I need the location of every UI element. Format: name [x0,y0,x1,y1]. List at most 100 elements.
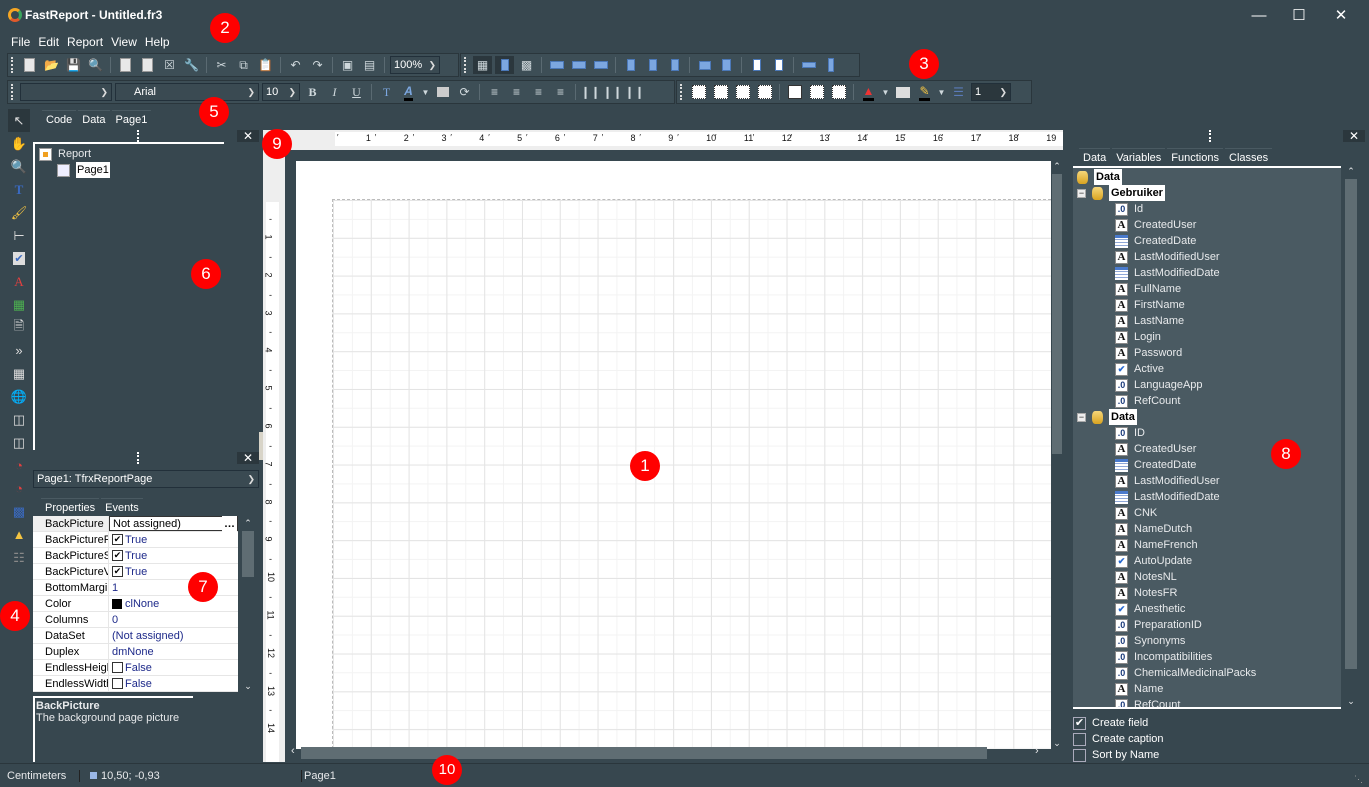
property-value[interactable]: False [109,660,238,675]
menu-view[interactable]: View [107,33,141,51]
menu-report[interactable]: Report [63,33,107,51]
band-tool[interactable]: ⊢ [8,224,30,247]
font-name-select[interactable]: Arial ❯ [115,83,259,101]
checkbox-object-tool[interactable]: ✔ [8,247,30,270]
tree-item-field[interactable]: .0 RefCount [1077,393,1337,409]
new-page-button[interactable] [116,56,135,74]
tree-item-field[interactable]: A LastModifiedUser [1077,249,1337,265]
property-value[interactable]: False [109,676,238,691]
tree-item-field[interactable]: A NameFrench [1077,537,1337,553]
redo-button[interactable]: ↷ [308,56,327,74]
data-tree-scrollbar[interactable]: ⌃ ⌄ [1343,166,1359,709]
tree-item-field[interactable]: .0 ID [1077,425,1337,441]
scroll-down-icon[interactable]: ⌄ [1343,696,1359,707]
hand-tool[interactable]: ✋ [8,132,30,155]
tree-item-field[interactable]: .0 ChemicalMedicinalPacks [1077,665,1337,681]
chart-object-tool[interactable]: ▩ [8,500,30,523]
text-align-right-button[interactable]: ≡ [529,83,548,101]
tree-item-report[interactable]: Report [39,146,220,162]
bold-button[interactable]: B [303,83,322,101]
tree-item-field[interactable]: .0 Id [1077,201,1337,217]
tree-item-field[interactable]: ✔ Active [1077,361,1337,377]
object-selector[interactable]: Page1: TfrxReportPage ❯ [33,470,259,488]
tree-item-field[interactable]: A NameDutch [1077,521,1337,537]
close-icon[interactable]: ✕ [1343,130,1365,142]
open-button[interactable]: 📂 [42,56,61,74]
property-value[interactable]: 0 [109,612,238,627]
scroll-thumb[interactable] [1052,174,1062,454]
table-object-tool[interactable]: ▦ [8,362,30,385]
tree-item-field[interactable]: A Password [1077,345,1337,361]
checkbox-icon[interactable]: ✔ [112,550,123,561]
property-value[interactable]: ✔ True [109,564,238,579]
tab-variables[interactable]: Variables [1112,148,1166,166]
frame-edit-button[interactable] [829,83,848,101]
new-dialog-button[interactable] [138,56,157,74]
rotate-button[interactable]: ⟳ [455,83,474,101]
property-row[interactable]: Columns 0 [33,612,238,628]
frame-right-button[interactable] [755,83,774,101]
scroll-up-icon[interactable]: ⌃ [1051,161,1063,172]
property-row[interactable]: BackPicturePrintable✔True [33,532,238,548]
crosstab-tool[interactable]: ◫ [8,408,30,431]
align-top-button[interactable] [621,56,640,74]
drag-handle[interactable] [1209,130,1211,142]
tab-classes[interactable]: Classes [1225,148,1273,166]
tab-page1[interactable]: Page1 [111,110,152,128]
text-align-center-button[interactable]: ≡ [507,83,526,101]
tree-item-field[interactable]: LastModifiedDate [1077,489,1337,505]
align-bottom-button[interactable] [665,56,684,74]
collapse-icon[interactable]: − [1077,188,1086,198]
highlight-button[interactable] [433,83,452,101]
scroll-down-icon[interactable]: ⌄ [1051,738,1063,749]
tree-item-field[interactable]: CreatedDate [1077,233,1337,249]
toolbar-grip[interactable] [464,57,466,73]
property-row[interactable]: BackPicture Not assigned)… [33,515,238,532]
page-grid[interactable] [332,199,1051,749]
ellipsis-button[interactable]: … [222,515,237,532]
same-width-button[interactable] [799,56,818,74]
collapse-icon[interactable]: − [1077,412,1086,422]
tab-properties[interactable]: Properties [41,498,100,516]
frame-color-button[interactable]: ✎ [915,83,934,101]
property-row[interactable]: DataSet (Not assigned) [33,628,238,644]
drag-handle[interactable] [137,452,139,464]
property-value[interactable]: clNone [109,596,238,611]
scroll-right-icon[interactable]: › [1035,745,1039,757]
db-crosstab-tool[interactable]: ◫ [8,431,30,454]
text-justify-button[interactable]: ≡ [551,83,570,101]
close-icon[interactable]: ✕ [237,452,259,464]
tree-item-dataset[interactable]: − Data [1077,409,1337,425]
select-tool[interactable]: ↖ [8,109,30,132]
text-edit-tool[interactable]: T [8,178,30,201]
gauge-tool[interactable]: ◔ [8,454,30,477]
tree-item-field[interactable]: A FirstName [1077,297,1337,313]
fill-style-button[interactable] [893,83,912,101]
paste-button[interactable]: 📋 [256,56,275,74]
subreport-tool[interactable]: 🗎 [8,316,30,339]
vertical-scrollbar[interactable]: ⌃ ⌄ [1051,161,1063,749]
scroll-down-icon[interactable]: ⌄ [238,681,258,692]
checkbox-icon[interactable]: ✔ [112,566,123,577]
property-scrollbar[interactable]: ⌃ ⌄ [238,518,258,694]
undo-button[interactable]: ↶ [286,56,305,74]
tree-item-field[interactable]: A NotesFR [1077,585,1337,601]
tree-item-dataset[interactable]: − Gebruiker [1077,185,1337,201]
align-center-h-button[interactable] [569,56,588,74]
text-highlight-button[interactable]: T [377,83,396,101]
option-checkbox[interactable]: Create caption [1073,731,1365,747]
option-checkbox[interactable]: ✔ Create field [1073,715,1365,731]
new-report-button[interactable] [20,56,39,74]
property-value[interactable]: dmNone [109,644,238,659]
tree-item-field[interactable]: .0 Incompatibilities [1077,649,1337,665]
tree-item-page1[interactable]: Page1 [39,162,220,178]
tree-item-field[interactable]: A CreatedUser [1077,217,1337,233]
frame-all-button[interactable] [785,83,804,101]
toolbar-grip[interactable] [11,57,13,73]
tree-item-field[interactable]: A NotesNL [1077,569,1337,585]
font-size-select[interactable]: 10 ❯ [262,83,300,101]
fit-to-grid-button[interactable]: ▩ [517,56,536,74]
text-object-tool[interactable]: A [8,270,30,293]
frame-color-dropdown[interactable]: ▼ [937,83,946,101]
space-h-button[interactable] [695,56,714,74]
